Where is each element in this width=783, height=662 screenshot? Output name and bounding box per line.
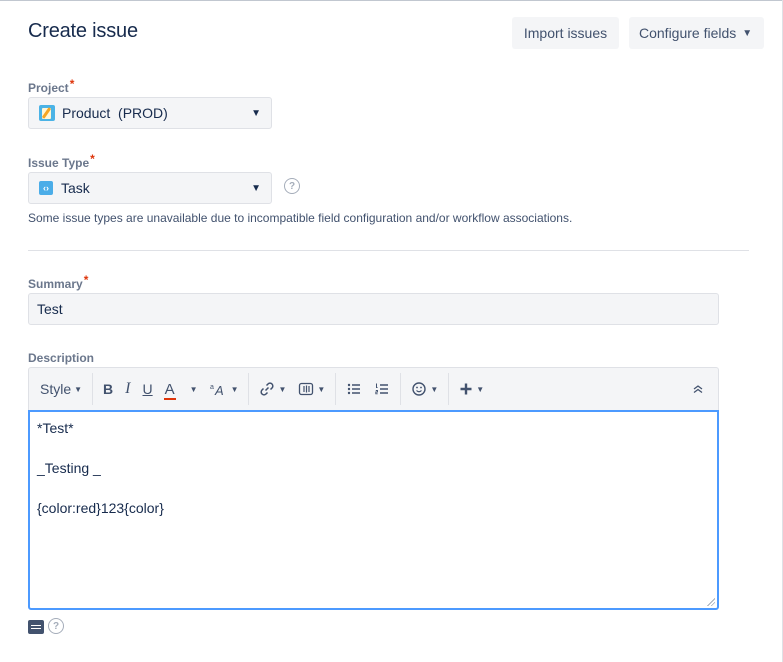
chevron-down-icon: ▼ xyxy=(74,384,83,394)
chevron-down-icon: ▼ xyxy=(317,384,326,394)
chevron-down-icon: ▼ xyxy=(430,384,439,394)
text-color-label: A xyxy=(164,380,175,398)
bullet-list-button[interactable] xyxy=(340,375,368,403)
chevron-down-icon: ▼ xyxy=(251,182,261,194)
svg-text:a: a xyxy=(210,384,214,391)
collapse-toolbar-button[interactable] xyxy=(686,375,710,403)
issue-type-label: Issue Type* xyxy=(28,152,95,170)
help-icon[interactable]: ? xyxy=(48,618,64,634)
project-select-value: Product (PROD) xyxy=(62,105,168,121)
issue-type-select[interactable]: ‹› Task ▼ xyxy=(28,172,272,204)
numbered-list-button[interactable] xyxy=(368,375,396,403)
italic-button[interactable]: I xyxy=(119,375,136,403)
toolbar-separator xyxy=(92,373,94,405)
project-select[interactable]: Product (PROD) ▼ xyxy=(28,97,272,129)
editor-line: _Testing _ xyxy=(37,460,101,476)
help-icon[interactable]: ? xyxy=(284,178,300,194)
editor-line: {color:red}123{color} xyxy=(37,500,164,516)
summary-label: Summary* xyxy=(28,273,88,291)
text-color-button[interactable]: A xyxy=(159,375,181,403)
description-label: Description xyxy=(28,351,95,365)
attachment-icon xyxy=(299,382,314,396)
issue-type-note: Some issue types are unavailable due to … xyxy=(28,211,573,225)
summary-label-text: Summary xyxy=(28,277,83,291)
resize-handle[interactable] xyxy=(707,598,715,606)
task-type-icon: ‹› xyxy=(39,181,53,195)
emoji-button[interactable]: ▼ xyxy=(405,375,444,403)
numbered-list-icon xyxy=(375,383,389,395)
project-label-text: Project xyxy=(28,81,69,95)
toolbar-separator xyxy=(400,373,402,405)
import-issues-button[interactable]: Import issues xyxy=(512,17,619,49)
bold-button[interactable]: B xyxy=(97,375,119,403)
issue-type-select-value: Task xyxy=(61,180,90,196)
plus-icon xyxy=(460,383,472,395)
chevron-down-icon: ▼ xyxy=(742,27,753,39)
chevron-down-icon: ▼ xyxy=(278,384,287,394)
chevron-down-icon: ▼ xyxy=(476,384,485,394)
required-mark: * xyxy=(90,152,95,166)
link-icon xyxy=(260,382,275,396)
project-label: Project* xyxy=(28,77,74,95)
product-project-icon xyxy=(39,105,55,121)
description-editor[interactable]: *Test* _Testing _ {color:red}123{color} xyxy=(28,410,719,610)
required-mark: * xyxy=(69,77,75,91)
summary-input[interactable] xyxy=(28,293,719,325)
insert-more-button[interactable]: ▼ xyxy=(453,375,490,403)
bullet-list-icon xyxy=(348,383,361,395)
editor-line: *Test* xyxy=(37,420,74,436)
configure-fields-button[interactable]: Configure fields ▼ xyxy=(629,17,764,49)
dialog-title: Create issue xyxy=(28,20,138,42)
more-formatting-button[interactable]: a A ▼ xyxy=(204,375,245,403)
editor-toolbar: Style ▼ B I U A ▼ a A ▼ ▼ ▼ ▼ ▼ xyxy=(28,367,719,410)
top-border xyxy=(0,0,783,1)
chevron-down-icon: ▼ xyxy=(189,384,198,394)
configure-fields-label: Configure fields xyxy=(639,25,737,41)
issue-type-label-text: Issue Type xyxy=(28,156,90,170)
svg-text:A: A xyxy=(214,383,224,397)
chevron-down-icon: ▼ xyxy=(251,107,261,119)
text-formatting-icon: a A xyxy=(210,383,224,397)
style-dropdown[interactable]: Style ▼ xyxy=(33,375,88,403)
attachment-button[interactable]: ▼ xyxy=(292,375,331,403)
style-label: Style xyxy=(40,381,72,397)
chevron-down-icon: ▼ xyxy=(230,384,239,394)
emoji-icon xyxy=(412,382,427,396)
toolbar-separator xyxy=(248,373,250,405)
toolbar-separator xyxy=(448,373,450,405)
text-color-bar xyxy=(163,398,176,400)
collapse-icon xyxy=(693,385,703,394)
underline-button[interactable]: U xyxy=(137,375,159,403)
section-divider xyxy=(28,250,749,251)
required-mark: * xyxy=(83,273,89,287)
toolbar-separator xyxy=(335,373,337,405)
text-color-dropdown[interactable]: ▼ xyxy=(181,375,204,403)
link-button[interactable]: ▼ xyxy=(253,375,292,403)
text-mode-icon[interactable] xyxy=(28,620,44,634)
